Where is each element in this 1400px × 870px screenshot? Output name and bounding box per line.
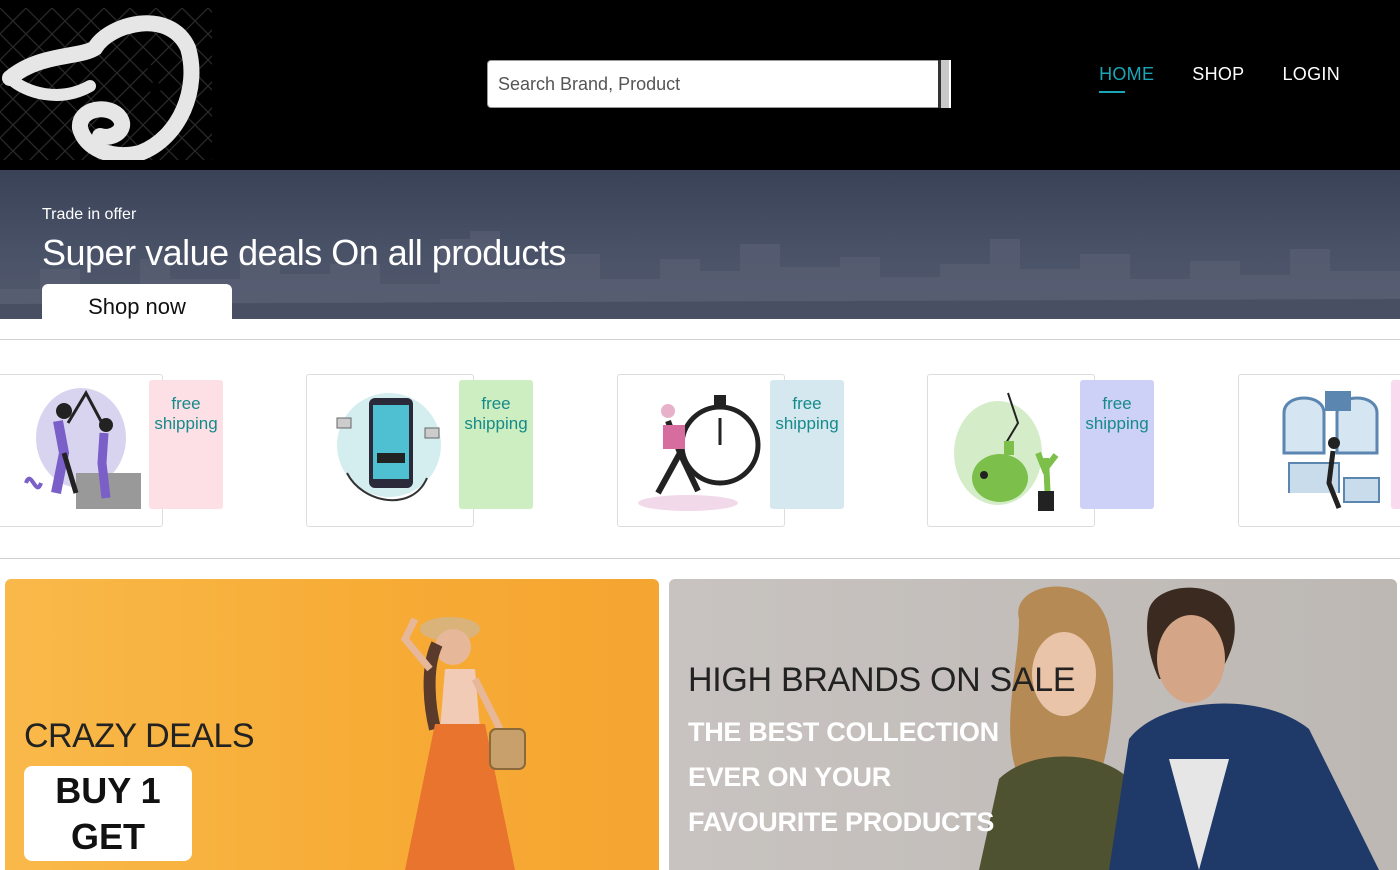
feature-tag: free shipping	[459, 380, 533, 509]
main-nav: HOME SHOP LOGIN	[1099, 64, 1340, 93]
crazy-deals-title: CRAZY DEALS	[24, 717, 255, 755]
nav-shop[interactable]: SHOP	[1192, 64, 1244, 93]
banner-text-line: FAVOURITE PRODUCTS	[688, 807, 995, 837]
feature-card[interactable]	[306, 374, 474, 527]
high-brands-banner[interactable]: HIGH BRANDS ON SALE THE BEST COLLECTION …	[669, 579, 1397, 870]
feature-tag: free shipping	[770, 380, 844, 509]
high-five-icon	[24, 388, 141, 509]
hero-subtitle: Trade in offer	[42, 206, 137, 223]
face-swirl-logo[interactable]	[0, 8, 212, 160]
delivery-window-icon	[1282, 391, 1380, 509]
stopwatch-runner-icon	[638, 395, 761, 511]
piggy-bank-icon	[954, 392, 1059, 511]
feature-tag: free shipping	[1080, 380, 1154, 509]
button-line: 1 FREE	[24, 860, 192, 870]
features-strip: free shipping free shipping free shippin…	[0, 339, 1400, 559]
banner-text-line: EVER ON YOUR	[688, 762, 891, 792]
search-input[interactable]	[487, 60, 939, 108]
feature-card[interactable]	[617, 374, 785, 527]
high-brands-title: HIGH BRANDS ON SALE	[688, 661, 1076, 699]
nav-home[interactable]: HOME	[1099, 64, 1154, 93]
hero-banner: Trade in offer Super value deals On all …	[0, 170, 1400, 319]
feature-card[interactable]	[927, 374, 1095, 527]
nav-login[interactable]: LOGIN	[1282, 64, 1340, 93]
hero-title: Super value deals On all products	[42, 232, 566, 273]
crazy-deals-banner[interactable]: CRAZY DEALS BUY 1 GET 1 FREE	[5, 579, 659, 870]
banner-text-line: THE BEST COLLECTION	[688, 717, 999, 747]
woman-model-image	[400, 617, 526, 870]
feature-card[interactable]	[1238, 374, 1400, 527]
mobile-payment-icon	[336, 393, 441, 502]
site-header: HOME SHOP LOGIN	[0, 0, 1400, 170]
couple-models-image	[979, 586, 1379, 870]
shop-now-button[interactable]: Shop now	[42, 284, 232, 319]
search-button[interactable]	[938, 60, 951, 108]
button-line: BUY 1 GET	[55, 770, 161, 857]
search-bar	[487, 60, 951, 108]
feature-tag: free shipping	[149, 380, 223, 509]
feature-tag	[1391, 380, 1400, 509]
feature-card[interactable]	[0, 374, 163, 527]
buy-one-get-one-button[interactable]: BUY 1 GET 1 FREE	[24, 766, 192, 870]
